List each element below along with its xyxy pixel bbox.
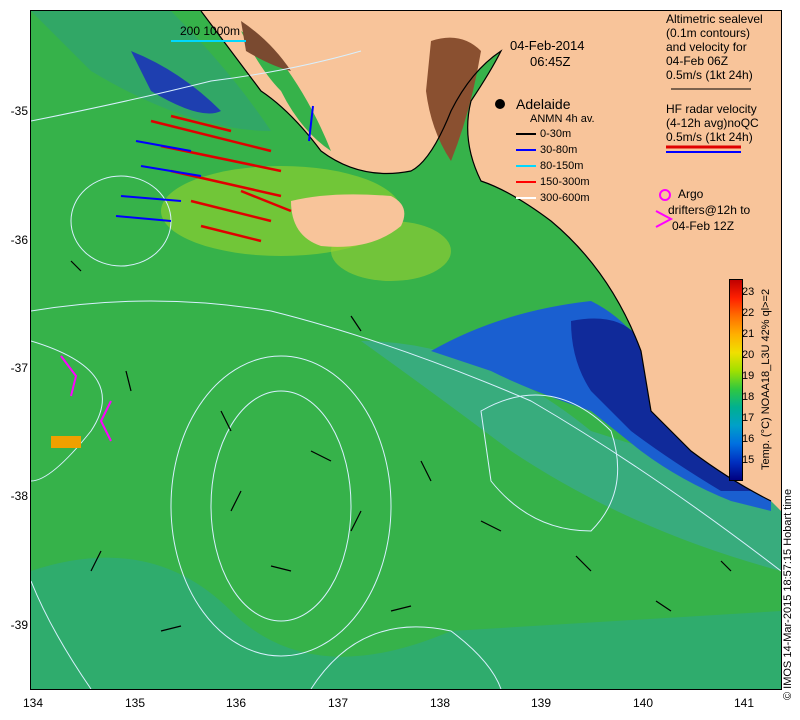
altimetry-legend-line: and velocity for — [666, 40, 747, 54]
colorbar-tick: 18 — [742, 391, 755, 403]
lon-tick: 140 — [632, 696, 654, 710]
colorbar-tick: 20 — [742, 349, 755, 361]
colorbar-tick: 19 — [742, 370, 755, 382]
altimetry-legend-line: 0.5m/s (1kt 24h) — [666, 68, 753, 82]
city-label-adelaide: Adelaide — [516, 96, 571, 112]
map-time: 06:45Z — [530, 54, 571, 69]
colorbar-tick: 23 — [742, 286, 755, 298]
colorbar-tick: 17 — [742, 412, 755, 424]
lon-tick: 136 — [225, 696, 247, 710]
lon-tick: 134 — [22, 696, 44, 710]
colorbar-tick: 16 — [742, 433, 755, 445]
colorbar-tick: 22 — [742, 307, 755, 319]
lon-tick: 135 — [124, 696, 146, 710]
anmn-legend-item: 300-600m — [540, 192, 590, 204]
lon-tick: 139 — [530, 696, 552, 710]
colorbar-tick: 15 — [742, 454, 755, 466]
credit-text: © IMOS 14-Mar-2015 18:57:15 Hobart time — [782, 488, 794, 700]
altimetry-legend-line: Altimetric sealevel — [666, 12, 763, 26]
hf-legend-line: 0.5m/s (1kt 24h) — [666, 130, 753, 144]
argo-legend-line: drifters@12h to — [668, 203, 751, 217]
lon-tick: 137 — [327, 696, 349, 710]
colorbar — [729, 279, 743, 481]
lon-tick: 141 — [733, 696, 755, 710]
lat-tick: -38 — [10, 489, 28, 503]
hf-legend-line: (4-12h avg)noQC — [666, 116, 759, 130]
lat-tick: -35 — [10, 104, 28, 118]
warm-patch — [51, 436, 81, 448]
colorbar-tick: 21 — [742, 328, 755, 340]
altimetry-legend-line: 04-Feb 06Z — [666, 54, 729, 68]
colorbar-label: Temp. (°C) NOAA18_L3U 42% ql>=2 — [760, 288, 772, 470]
anmn-legend-item: 80-150m — [540, 160, 584, 172]
lat-tick: -37 — [10, 361, 28, 375]
lat-tick: -36 — [10, 233, 28, 247]
lat-tick: -39 — [10, 618, 28, 632]
argo-legend-line: Argo — [678, 187, 704, 201]
anmn-legend-item: 150-300m — [540, 176, 590, 188]
map-date: 04-Feb-2014 — [510, 38, 585, 53]
altimetry-legend-line: (0.1m contours) — [666, 26, 751, 40]
adelaide-marker — [495, 99, 505, 109]
argo-legend-line: 04-Feb 12Z — [672, 219, 735, 233]
scale-bar-label: 200 1000m — [180, 24, 241, 38]
anmn-legend-item: 0-30m — [540, 128, 572, 140]
anmn-legend-title: ANMN 4h av. — [530, 113, 595, 125]
hf-legend-line: HF radar velocity — [666, 102, 757, 116]
lon-tick: 138 — [429, 696, 451, 710]
anmn-legend-item: 30-80m — [540, 144, 578, 156]
